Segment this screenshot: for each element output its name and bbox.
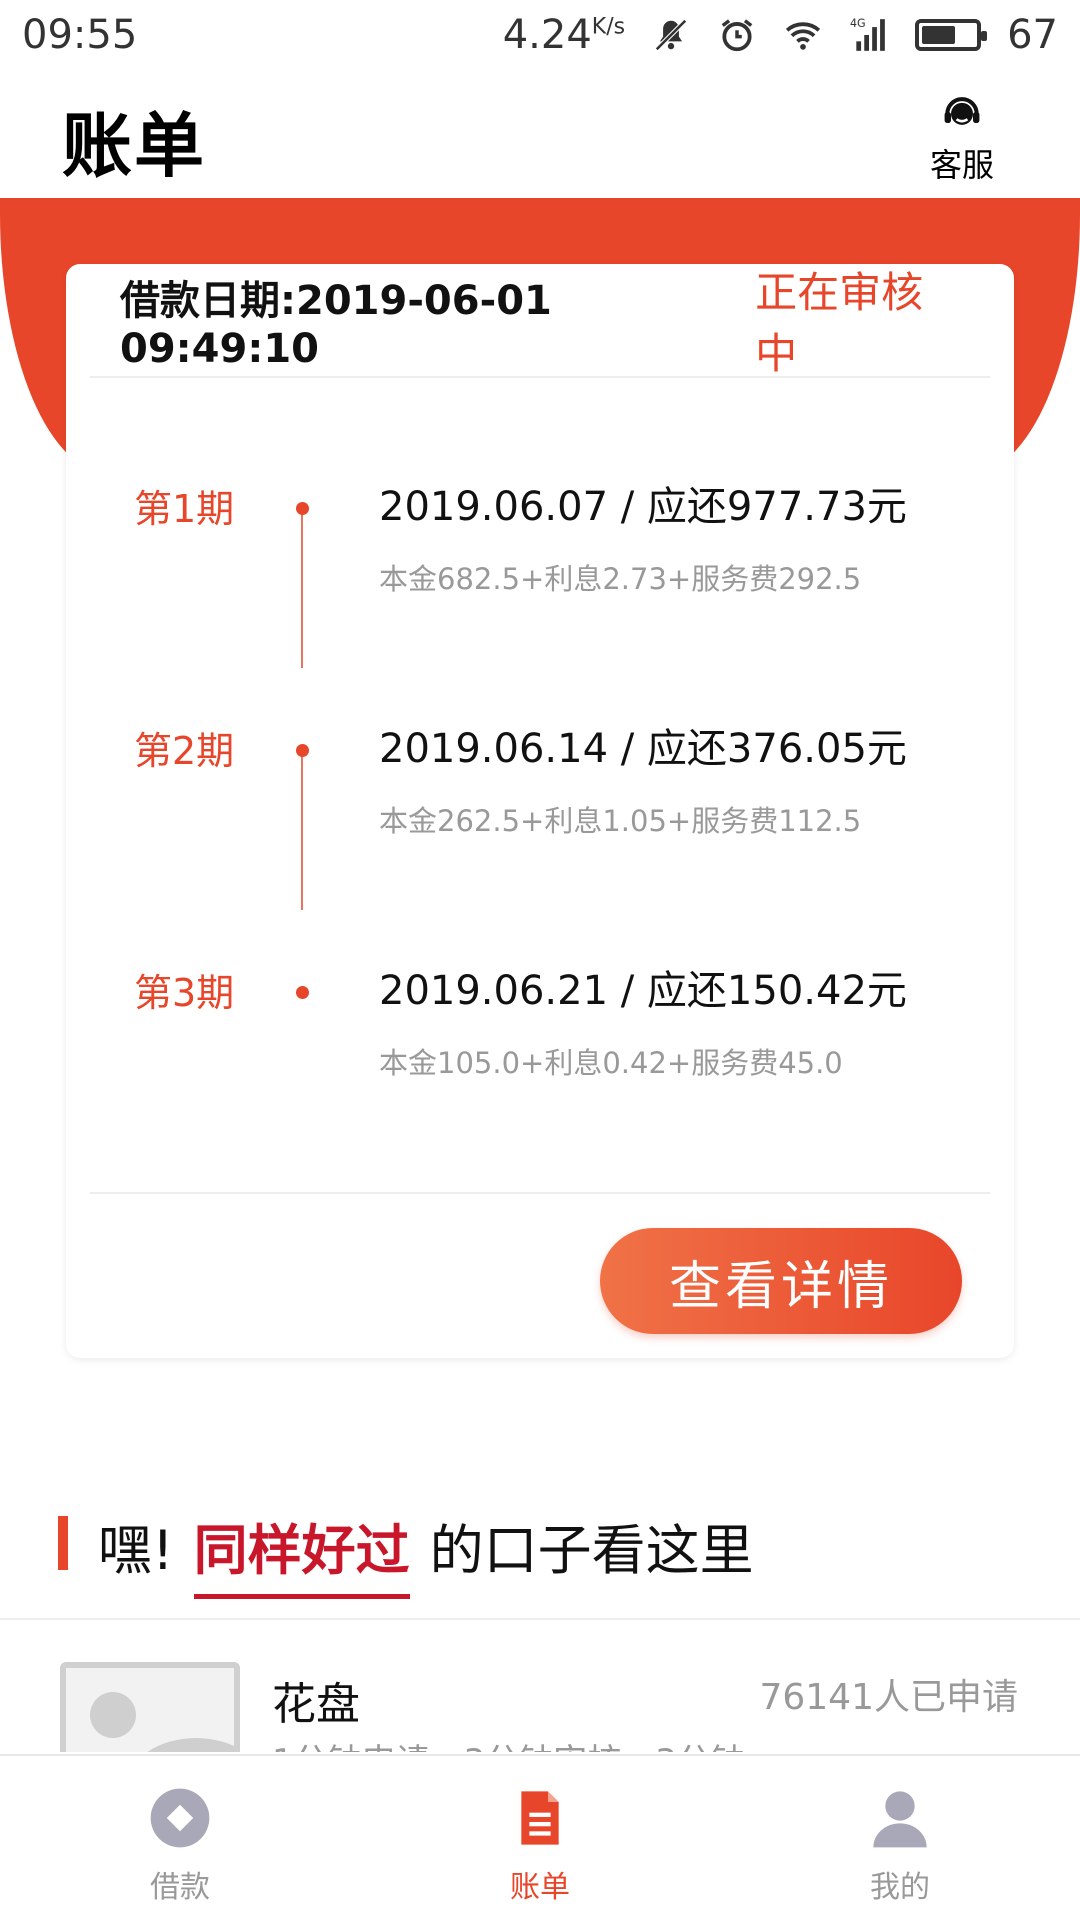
image-placeholder-icon	[60, 1662, 240, 1752]
app-header: 账单 客服	[0, 70, 1080, 198]
wifi-icon	[783, 15, 823, 55]
battery-icon	[915, 19, 988, 51]
highlight-underline	[193, 1594, 410, 1599]
period-amount: 2019.06.07 / 应还977.73元	[379, 484, 907, 530]
promo-suffix: 的口子看这里	[429, 1519, 754, 1582]
period-label: 第3期	[134, 971, 235, 1015]
card-divider	[90, 1192, 990, 1194]
bill-icon	[521, 1791, 559, 1845]
view-details-button[interactable]: 查看详情	[600, 1228, 962, 1334]
profile-icon	[873, 1791, 927, 1848]
timeline-dot	[296, 502, 309, 515]
product-list-item[interactable]: 花盘 76141人已申请 1分钟申请，3分钟审核，3分钟	[0, 1622, 1080, 1752]
mute-icon	[651, 15, 691, 55]
status-icons: 4.24K/s 4G 67	[503, 12, 1058, 58]
bill-card: 借款日期:2019-06-01 09:49:10 正在审核中 第1期 2019.…	[66, 264, 1014, 1358]
promo-highlight: 同样好过	[193, 1506, 410, 1599]
status-time: 09:55	[22, 12, 138, 58]
promo-section-header: 嘿! 同样好过 的口子看这里	[0, 1500, 1080, 1620]
battery-percent: 67	[1007, 12, 1058, 58]
nav-item-loan[interactable]: 借款	[0, 1756, 360, 1920]
product-description: 1分钟申请，3分钟审核，3分钟	[272, 1734, 745, 1752]
period-label: 第1期	[134, 487, 235, 531]
alarm-icon	[717, 15, 757, 55]
product-applied-count: 76141人已申请	[759, 1677, 1018, 1718]
product-name: 花盘	[272, 1679, 360, 1730]
period-label: 第2期	[134, 729, 235, 773]
loan-date: 借款日期:2019-06-01 09:49:10	[120, 278, 552, 372]
status-badge: 正在审核中	[755, 268, 924, 378]
period-amount: 2019.06.14 / 应还376.05元	[379, 726, 907, 772]
nav-label: 借款	[150, 1870, 210, 1905]
repayment-period: 第3期 2019.06.21 / 应还150.42元 本金105.0+利息0.4…	[66, 962, 1014, 1122]
headset-icon	[944, 97, 980, 125]
4g-signal-icon: 4G	[849, 15, 889, 55]
status-bar: 09:55 4.24K/s 4G 67	[0, 0, 1080, 70]
loan-icon	[150, 1788, 210, 1848]
timeline-dot	[296, 744, 309, 757]
page-title: 账单	[62, 105, 206, 187]
bill-card-header: 借款日期:2019-06-01 09:49:10 正在审核中	[90, 264, 990, 378]
repayment-timeline: 第1期 2019.06.07 / 应还977.73元 本金682.5+利息2.7…	[66, 378, 1014, 1188]
period-breakdown: 本金682.5+利息2.73+服务费292.5	[379, 562, 862, 596]
nav-item-profile[interactable]: 我的	[720, 1756, 1080, 1920]
section-divider	[0, 1618, 1080, 1620]
period-amount: 2019.06.21 / 应还150.42元	[379, 968, 907, 1014]
repayment-period: 第2期 2019.06.14 / 应还376.05元 本金262.5+利息1.0…	[66, 720, 1014, 880]
nav-label: 我的	[870, 1870, 930, 1905]
bottom-nav: 借款 账单 我的	[0, 1754, 1080, 1920]
nav-item-bill[interactable]: 账单	[360, 1756, 720, 1920]
nav-label: 账单	[510, 1870, 570, 1905]
repayment-period: 第1期 2019.06.07 / 应还977.73元 本金682.5+利息2.7…	[66, 478, 1014, 638]
period-breakdown: 本金105.0+利息0.42+服务费45.0	[379, 1046, 843, 1080]
customer-service-label: 客服	[929, 146, 994, 184]
promo-prefix: 嘿!	[98, 1519, 174, 1582]
promo-heading: 嘿! 同样好过 的口子看这里	[98, 1506, 754, 1599]
period-breakdown: 本金262.5+利息1.05+服务费112.5	[379, 804, 862, 838]
customer-service-button[interactable]: 客服	[912, 90, 1012, 186]
network-speed: 4.24K/s	[502, 12, 626, 58]
timeline-dot	[296, 986, 309, 999]
section-marker	[58, 1516, 68, 1570]
svg-text:4G: 4G	[850, 17, 866, 30]
